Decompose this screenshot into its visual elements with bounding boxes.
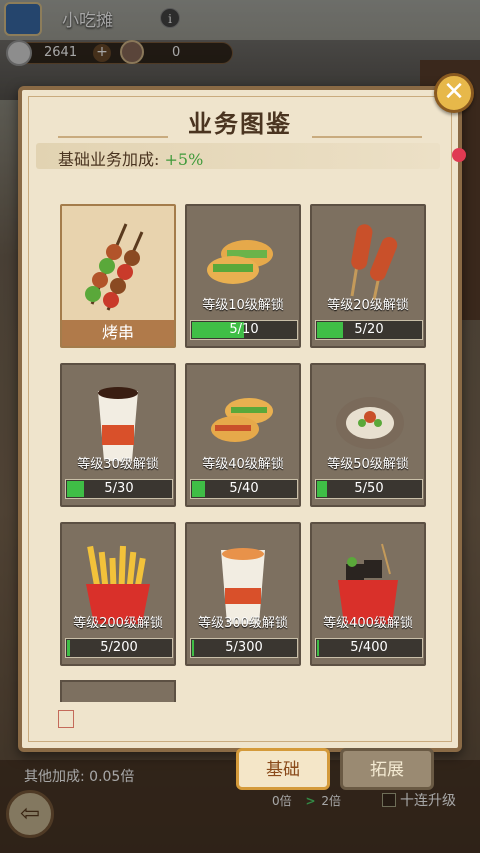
basic-bonus-label: 基础业务加成:: [58, 150, 165, 169]
progress-text: 5/50: [354, 481, 384, 496]
item-card-wrap[interactable]: 等级40级解锁 5/40: [185, 363, 301, 507]
tab-basic[interactable]: 基础: [236, 748, 330, 790]
kebab-skewers-icon: [62, 206, 174, 318]
unlock-requirement: 等级30级解锁: [77, 457, 159, 472]
unlock-requirement: 等级400级解锁: [323, 616, 413, 631]
basic-bonus: 基础业务加成: +5%: [58, 146, 203, 170]
unlock-requirement: 等级300级解锁: [198, 616, 288, 631]
title-divider-left: [58, 136, 168, 138]
progress-text: 5/10: [229, 322, 259, 337]
item-card-partial: [60, 680, 176, 702]
item-card-kebab[interactable]: 烤串: [60, 204, 176, 348]
progress-text: 5/300: [225, 640, 263, 655]
progress-bar: 5/300: [190, 638, 298, 658]
notification-dot: [452, 148, 466, 162]
progress-text: 5/20: [354, 322, 384, 337]
item-card-fries[interactable]: 等级200级解锁 5/200: [60, 522, 176, 666]
item-grid: 烤串 等级10级解锁 5/10 等级20级解锁 5/20 等级30级解锁 5/30 等级40级…: [40, 190, 440, 702]
progress-text: 5/400: [350, 640, 388, 655]
unlock-requirement: 等级10级解锁: [202, 298, 284, 313]
item-name: 烤串: [62, 320, 174, 346]
item-card-tea[interactable]: 等级300级解锁 5/300: [185, 522, 301, 666]
progress-text: 5/30: [104, 481, 134, 496]
close-button[interactable]: ✕: [434, 73, 474, 113]
progress-bar: 5/40: [190, 479, 298, 499]
unlock-requirement: 等级50级解锁: [327, 457, 409, 472]
tab-expand[interactable]: 拓展: [340, 748, 434, 790]
progress-bar: 5/30: [65, 479, 173, 499]
progress-bar: 5/400: [315, 638, 423, 658]
progress-bar: 5/50: [315, 479, 423, 499]
unlock-requirement: 等级200级解锁: [73, 616, 163, 631]
unlock-requirement: 等级40级解锁: [202, 457, 284, 472]
progress-bar: 5/20: [315, 320, 423, 340]
progress-bar: 5/10: [190, 320, 298, 340]
basic-bonus-value: +5%: [164, 150, 204, 169]
progress-text: 5/200: [100, 640, 138, 655]
progress-bar: 5/200: [65, 638, 173, 658]
unlock-requirement: 等级20级解锁: [327, 298, 409, 313]
item-card-sausage[interactable]: 等级20级解锁 5/20: [310, 204, 426, 348]
title-divider-right: [312, 136, 422, 138]
item-card-sandwich[interactable]: 等级10级解锁 5/10: [185, 204, 301, 348]
item-card-cola[interactable]: 等级30级解锁 5/30: [60, 363, 176, 507]
item-card-oyster[interactable]: 等级50级解锁 5/50: [310, 363, 426, 507]
progress-text: 5/40: [229, 481, 259, 496]
modal-title: 业务图鉴: [188, 109, 292, 138]
seal-stamp: [58, 710, 74, 728]
item-card-stinky_tofu[interactable]: 等级400级解锁 5/400: [310, 522, 426, 666]
